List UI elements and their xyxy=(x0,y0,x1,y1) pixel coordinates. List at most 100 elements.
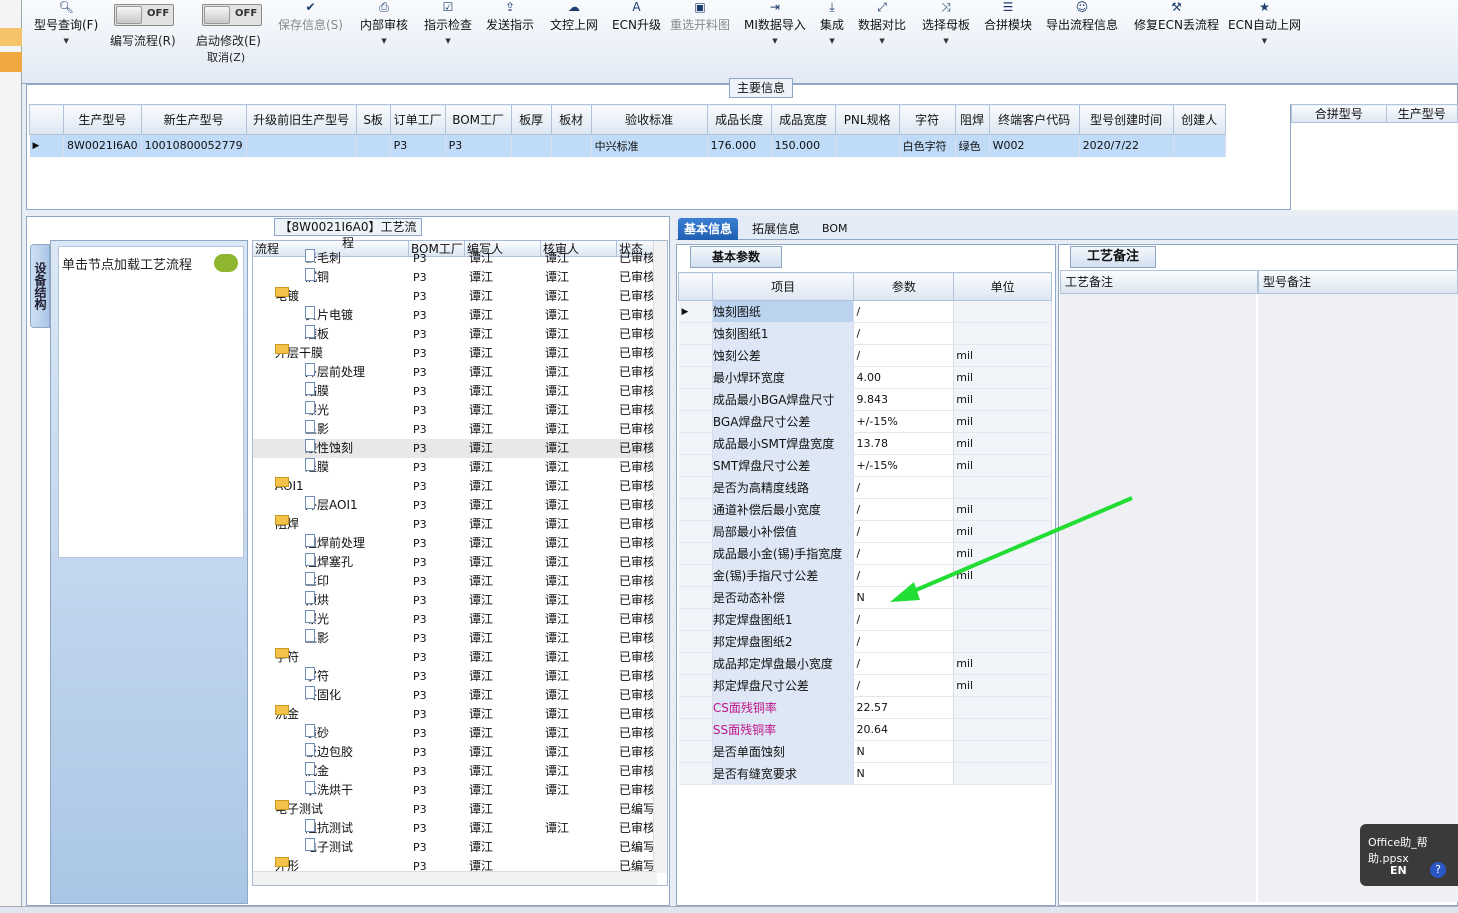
main-col[interactable]: 订单工厂 xyxy=(389,104,446,135)
tree-row[interactable]: 曝光 P3 谭江 谭江 已审核 xyxy=(253,610,653,629)
tree-row[interactable]: −阻焊P3谭江谭江已审核 xyxy=(253,515,653,534)
process-notes-tab[interactable]: 工艺备注 xyxy=(1070,246,1156,268)
param-value[interactable]: / xyxy=(853,608,955,631)
table-row[interactable]: ▶ 8W0021I6A0 10010800052779 P3 P3 中兴标准 176.000… xyxy=(29,134,1226,157)
help-icon[interactable]: ? xyxy=(1430,862,1446,878)
param-row[interactable]: 成品邦定焊盘最小宽度 / mil xyxy=(678,652,1052,675)
param-value[interactable]: N xyxy=(853,762,955,785)
table-cell[interactable] xyxy=(356,134,391,157)
param-value[interactable]: 20.64 xyxy=(853,718,955,741)
table-cell[interactable]: 白色字符 xyxy=(899,134,956,157)
enable-modify-toggle[interactable]: OFF xyxy=(202,4,262,26)
main-col[interactable]: 生产型号 xyxy=(63,104,142,135)
tree-row[interactable]: 沉金 P3 谭江 谭江 已审核 xyxy=(253,762,653,781)
tree-row[interactable]: 磨板 P3 谭江 谭江 已审核 xyxy=(253,325,653,344)
reselect-material-map-button[interactable]: ▣ 重选开料图 xyxy=(670,0,730,33)
main-col[interactable]: 终端客户代码 xyxy=(988,104,1080,135)
tab-basic-info[interactable]: 基本信息 xyxy=(678,218,739,240)
structure-tree[interactable] xyxy=(58,246,244,558)
param-value[interactable]: / xyxy=(853,630,955,653)
tree-row[interactable]: 外层前处理 P3 谭江 谭江 已审核 xyxy=(253,363,653,382)
param-row[interactable]: SS面残铜率 20.64 xyxy=(678,718,1052,741)
edit-flow-toggle[interactable]: OFF xyxy=(114,4,174,26)
tree-row[interactable]: 阻焊塞孔 P3 谭江 谭江 已审核 xyxy=(253,553,653,572)
param-row[interactable]: 邦定焊盘尺寸公差 / mil xyxy=(678,674,1052,697)
main-col[interactable]: 升级前旧生产型号 xyxy=(245,104,357,135)
tree-row[interactable]: −字符P3谭江谭江已审核 xyxy=(253,648,653,667)
ecn-upgrade-button[interactable]: A ECN升级 xyxy=(612,0,661,33)
tree-row[interactable]: 丝印 P3 谭江 谭江 已审核 xyxy=(253,572,653,591)
save-info-button[interactable]: ✔ 保存信息(S) xyxy=(278,0,343,33)
tree-row[interactable]: 酸性蚀刻 P3 谭江 谭江 已审核 xyxy=(253,439,653,458)
param-value[interactable]: 22.57 xyxy=(853,696,955,719)
workflow-tree[interactable]: 流程 BOM工厂 编写人 核审人 状态 去毛刺 P3 谭江 谭江 已审核 沉铜 P3 谭江 谭江… xyxy=(252,240,668,886)
param-row[interactable]: CS面残铜率 22.57 xyxy=(678,696,1052,719)
workflow-hscroll[interactable] xyxy=(253,871,657,885)
select-motherboard-button[interactable]: ⤨ 选择母板 ▼ xyxy=(922,0,970,45)
table-cell[interactable] xyxy=(1173,134,1226,157)
tree-row[interactable]: 阻抗测试 P3 谭江 谭江 已审核 xyxy=(253,819,653,838)
language-indicator[interactable]: EN xyxy=(1390,864,1407,877)
tree-row[interactable]: 阻焊前处理 P3 谭江 谭江 已审核 xyxy=(253,534,653,553)
tree-row[interactable]: 外层AOI1 P3 谭江 谭江 已审核 xyxy=(253,496,653,515)
model-notes-area[interactable] xyxy=(1258,294,1458,902)
param-value[interactable]: +/-15% xyxy=(853,410,955,433)
tree-row[interactable]: 终固化 P3 谭江 谭江 已审核 xyxy=(253,686,653,705)
param-row[interactable]: 是否有缝宽要求 N xyxy=(678,762,1052,785)
tree-row[interactable]: 沉铜 P3 谭江 谭江 已审核 xyxy=(253,268,653,287)
cancel-button[interactable]: 取消(Z) xyxy=(207,49,245,65)
table-cell[interactable]: 150.000 xyxy=(771,134,836,157)
table-cell[interactable] xyxy=(511,134,552,157)
param-value[interactable]: 9.843 xyxy=(853,388,955,411)
main-col[interactable]: 创建人 xyxy=(1172,104,1226,135)
table-cell[interactable] xyxy=(835,134,900,157)
main-col[interactable]: 成品宽度 xyxy=(770,104,836,135)
main-col[interactable]: S板 xyxy=(355,104,391,135)
param-value[interactable]: N xyxy=(853,740,955,763)
col-production-model[interactable]: 生产型号 xyxy=(1385,104,1458,123)
tree-row[interactable]: 电子测试 P3 谭江 已编写 xyxy=(253,838,653,857)
main-col[interactable]: 字符 xyxy=(898,104,956,135)
param-value[interactable]: 13.78 xyxy=(853,432,955,455)
tree-row[interactable]: 显影 P3 谭江 谭江 已审核 xyxy=(253,629,653,648)
param-row[interactable]: 成品最小BGA焊盘尺寸 9.843 mil xyxy=(678,388,1052,411)
office-help-popup[interactable]: Office助_帮助.ppsx EN ? xyxy=(1360,824,1458,886)
main-col[interactable]: 验收标准 xyxy=(590,104,708,135)
tree-row[interactable]: 预烘 P3 谭江 谭江 已审核 xyxy=(253,591,653,610)
model-query-button[interactable]: 🔍︎ 型号查询(F) ▼ xyxy=(34,0,98,45)
main-col[interactable]: BOM工厂 xyxy=(444,104,512,135)
tree-row[interactable]: 去毛刺 P3 谭江 谭江 已审核 xyxy=(253,249,653,268)
main-col[interactable]: 板厚 xyxy=(510,104,552,135)
col-item[interactable]: 项目 xyxy=(711,272,855,301)
tree-row[interactable]: −外层干膜P3谭江谭江已审核 xyxy=(253,344,653,363)
main-col[interactable]: 成品长度 xyxy=(706,104,772,135)
panel-module-button[interactable]: ☰ 合拼模块 xyxy=(984,0,1032,33)
main-col[interactable]: 阻焊 xyxy=(954,104,990,135)
tab-extended-info[interactable]: 拓展信息 xyxy=(746,218,806,240)
tree-row[interactable]: 喷砂 P3 谭江 谭江 已审核 xyxy=(253,724,653,743)
repair-ecn-flow-button[interactable]: ⚒ 修复ECN丢流程 xyxy=(1134,0,1219,33)
param-value[interactable]: / xyxy=(853,300,955,323)
param-value[interactable]: / xyxy=(853,344,955,367)
main-col[interactable]: 板材 xyxy=(550,104,592,135)
main-col[interactable]: PNL规格 xyxy=(834,104,900,135)
col-unit[interactable]: 单位 xyxy=(953,272,1052,301)
main-col[interactable]: 新生产型号 xyxy=(140,104,247,135)
col-merge-model[interactable]: 合拼型号 xyxy=(1291,104,1387,123)
tree-row[interactable]: −电镀P3谭江谭江已审核 xyxy=(253,287,653,306)
workflow-vscroll[interactable] xyxy=(653,241,667,873)
table-cell[interactable]: 中兴标准 xyxy=(591,134,708,157)
table-cell[interactable]: P3 xyxy=(445,134,512,157)
param-row[interactable]: 蚀刻公差 / mil xyxy=(678,344,1052,367)
tree-row[interactable]: 显影 P3 谭江 谭江 已审核 xyxy=(253,420,653,439)
tree-row[interactable]: 贴膜 P3 谭江 谭江 已审核 xyxy=(253,382,653,401)
table-cell[interactable]: P3 xyxy=(390,134,446,157)
internal-review-button[interactable]: ⎙ 内部审核 ▼ xyxy=(360,0,408,45)
tree-row[interactable]: −电子测试P3谭江已编写 xyxy=(253,800,653,819)
param-row[interactable]: 是否单面蚀刻 N xyxy=(678,740,1052,763)
param-row[interactable]: ▶ 蚀刻图纸 / xyxy=(678,300,1052,323)
param-value[interactable]: +/-15% xyxy=(853,454,955,477)
data-compare-button[interactable]: ⤢ 数据对比 ▼ xyxy=(858,0,906,45)
table-cell[interactable]: 176.000 xyxy=(707,134,772,157)
table-cell[interactable]: W002 xyxy=(989,134,1080,157)
